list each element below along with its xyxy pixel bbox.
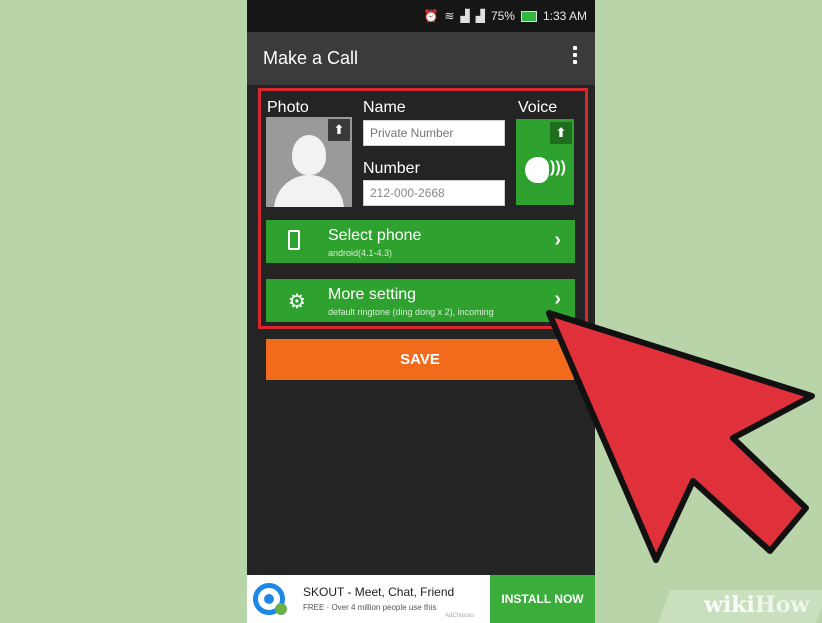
ad-badge-icon — [275, 603, 287, 615]
install-now-button[interactable]: INSTALL NOW — [490, 575, 595, 623]
chevron-right-icon: › — [554, 288, 561, 310]
watermark-how: How — [754, 592, 810, 618]
voice-button[interactable]: ⬆ ))) — [516, 119, 574, 205]
photo-upload-icon[interactable]: ⬆ — [328, 119, 350, 141]
ad-banner[interactable]: SKOUT - Meet, Chat, Friend FREE · Over 4… — [247, 575, 595, 623]
select-phone-subtitle: android(4.1-4.3) — [328, 248, 393, 258]
sound-waves-icon: ))) — [550, 159, 566, 176]
alarm-icon: ⏰ — [423, 9, 439, 23]
gear-icon: ⚙ — [288, 291, 306, 313]
caller-settings-panel: Photo ⬆ Name Number 212-000-2668 Voice ⬆… — [258, 88, 588, 329]
battery-icon — [520, 10, 537, 22]
battery-percent: 75% — [490, 9, 515, 23]
select-phone-title: Select phone — [328, 227, 422, 244]
more-setting-row[interactable]: ⚙ More setting default ringtone (ding do… — [266, 279, 575, 322]
wifi-icon: ≋ — [444, 9, 455, 23]
caller-photo[interactable]: ⬆ — [266, 117, 352, 207]
photo-label: Photo — [267, 99, 309, 116]
chevron-right-icon: › — [554, 229, 561, 251]
overflow-menu-icon[interactable] — [573, 46, 577, 68]
ad-title: SKOUT - Meet, Chat, Friend — [303, 585, 455, 599]
speaking-head-icon — [525, 157, 549, 183]
ad-choices-label[interactable]: AdChoices — [445, 613, 474, 619]
status-bar: ⏰ ≋ ▟ ▟ 75% 1:33 AM — [247, 0, 595, 32]
number-label: Number — [363, 160, 420, 177]
clock: 1:33 AM — [542, 9, 587, 23]
more-setting-title: More setting — [328, 286, 417, 303]
name-field[interactable] — [363, 120, 505, 146]
phone-icon — [288, 230, 300, 256]
page-title: Make a Call — [263, 48, 359, 68]
wikihow-watermark: wikiHow — [704, 592, 809, 618]
voice-label: Voice — [518, 99, 558, 116]
select-phone-row[interactable]: Select phone android(4.1-4.3) › — [266, 220, 575, 263]
save-button[interactable]: SAVE — [266, 339, 574, 380]
action-bar: Make a Call — [247, 32, 595, 85]
voice-upload-icon[interactable]: ⬆ — [550, 122, 572, 144]
number-field[interactable]: 212-000-2668 — [363, 180, 505, 206]
name-label: Name — [363, 99, 406, 116]
ad-subtitle: FREE · Over 4 million people use this — [303, 603, 437, 612]
avatar-shoulders — [274, 175, 344, 207]
signal-icon: ▟ — [460, 9, 470, 23]
signal-icon: ▟ — [475, 9, 485, 23]
avatar-head — [292, 135, 326, 175]
more-setting-subtitle: default ringtone (ding dong x 2), incomi… — [328, 307, 494, 317]
phone-screen: ⏰ ≋ ▟ ▟ 75% 1:33 AM Make a Call Photo ⬆ … — [247, 0, 595, 623]
watermark-wiki: wiki — [704, 592, 755, 618]
